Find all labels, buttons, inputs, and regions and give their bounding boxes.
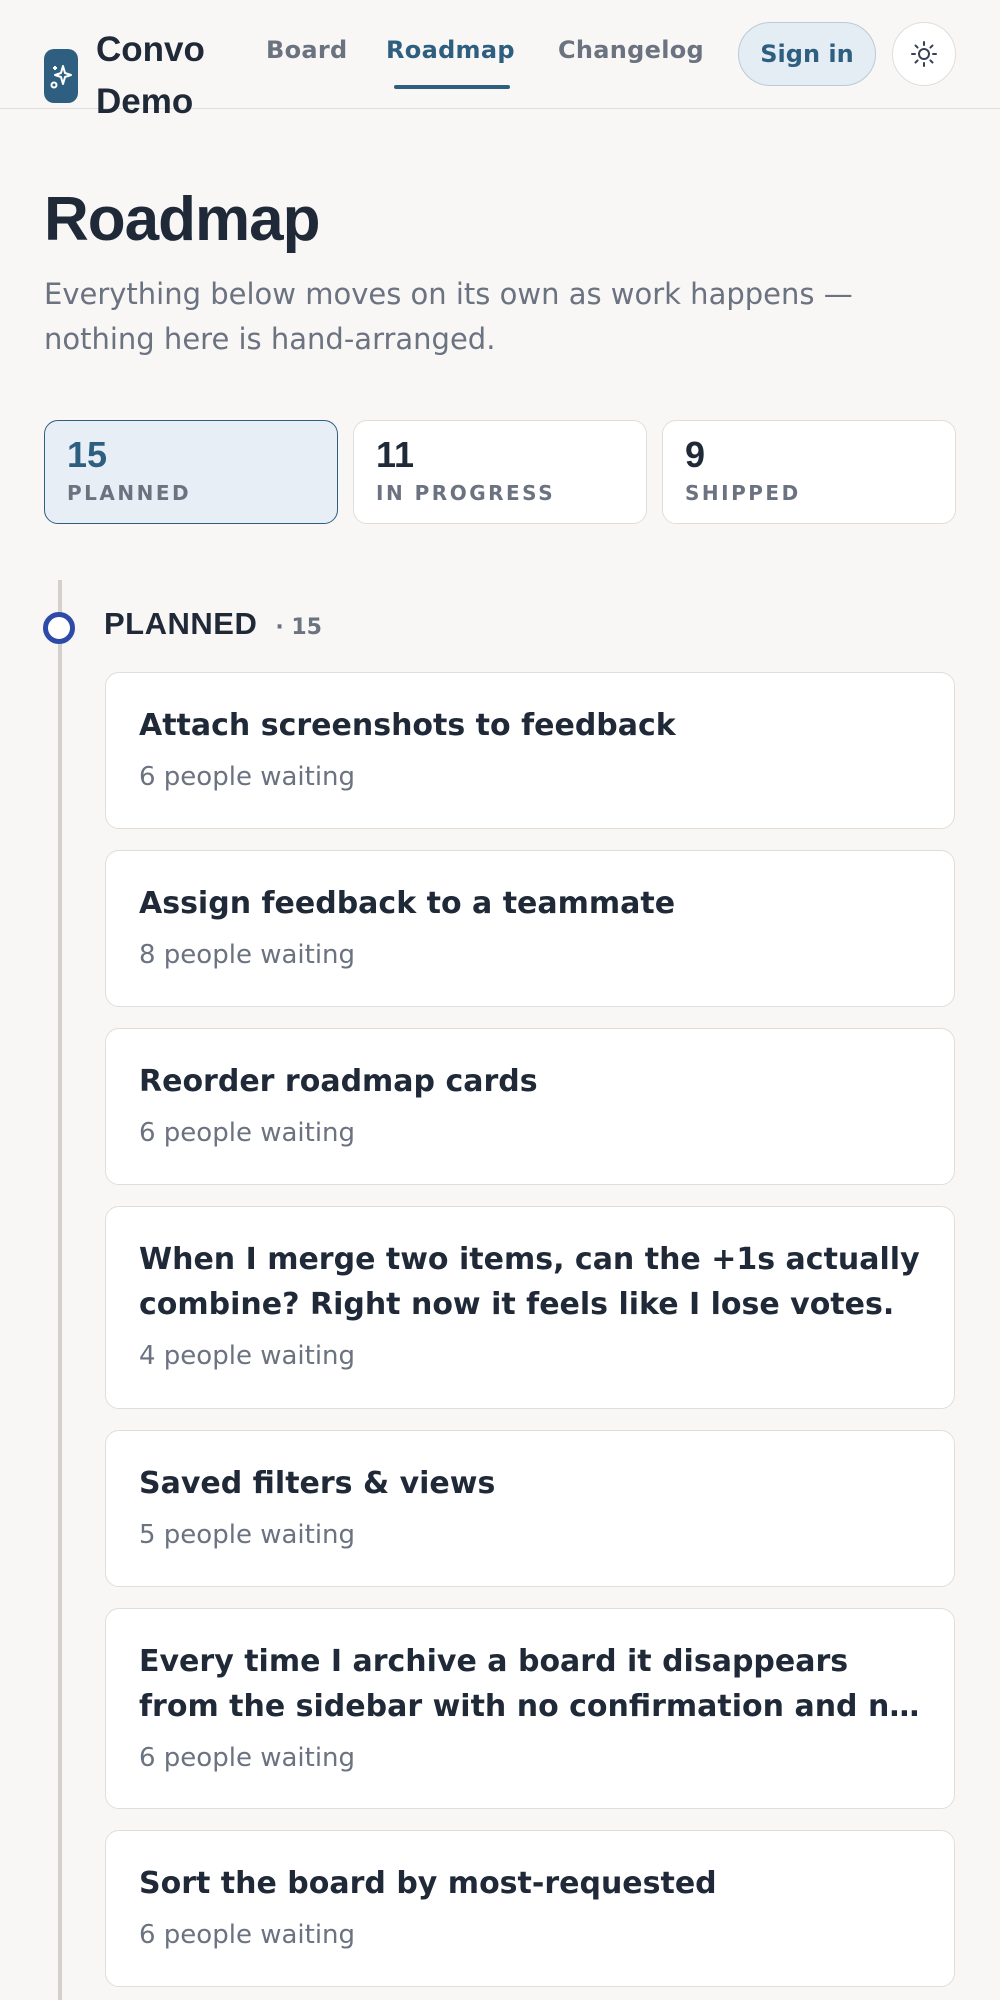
card-waiting-count: 6 people waiting — [139, 1920, 356, 1950]
card-title: Assign feedback to a teammate — [139, 886, 676, 921]
section-heading-planned: PLANNED · 15 — [104, 606, 322, 642]
card-title: Sort the board by most-requested — [139, 1866, 717, 1901]
card-title: Every time I archive a board it disappea… — [139, 1644, 910, 1724]
nav-changelog[interactable]: Changelog — [558, 36, 704, 64]
roadmap-card[interactable]: Sort the board by most-requested 6 peopl… — [105, 1830, 955, 1987]
card-waiting-count: 6 people waiting — [139, 1118, 356, 1148]
nav-board[interactable]: Board — [266, 36, 348, 64]
section-title: PLANNED — [104, 606, 258, 641]
card-waiting-count: 8 people waiting — [139, 940, 356, 970]
tab-in-progress[interactable]: 11 IN PROGRESS — [353, 420, 647, 524]
top-header: Convo Demo Board Roadmap Changelog Sign … — [0, 0, 1000, 121]
stat-count: 11 — [376, 434, 415, 475]
sparkles-icon — [44, 49, 78, 103]
card-waiting-count: 5 people waiting — [139, 1520, 356, 1550]
card-title: Reorder roadmap cards — [139, 1064, 538, 1099]
card-waiting-count: 6 people waiting — [139, 1743, 356, 1773]
tab-planned[interactable]: 15 PLANNED — [44, 420, 338, 524]
card-waiting-count: 6 people waiting — [139, 762, 356, 792]
roadmap-card[interactable]: Saved filters & views 5 people waiting — [105, 1430, 955, 1587]
sun-icon — [911, 41, 937, 67]
roadmap-card[interactable]: Reorder roadmap cards 6 people waiting — [105, 1028, 955, 1185]
stat-label: IN PROGRESS — [376, 481, 556, 505]
nav-roadmap[interactable]: Roadmap — [386, 36, 515, 64]
timeline-status-dot — [43, 612, 75, 644]
stat-count: 9 — [685, 434, 706, 475]
card-waiting-count: 4 people waiting — [139, 1341, 356, 1371]
sign-in-button[interactable]: Sign in — [738, 22, 876, 86]
roadmap-card[interactable]: Assign feedback to a teammate 8 people w… — [105, 850, 955, 1007]
roadmap-card[interactable]: Every time I archive a board it disappea… — [105, 1608, 955, 1809]
card-title: Saved filters & views — [139, 1466, 496, 1501]
roadmap-card[interactable]: Attach screenshots to feedback 6 people … — [105, 672, 955, 829]
timeline-line — [58, 580, 62, 2000]
card-title: Attach screenshots to feedback — [139, 708, 676, 743]
section-count: · 15 — [275, 615, 322, 640]
card-title: When I merge two items, can the +1s actu… — [139, 1242, 920, 1322]
roadmap-card[interactable]: When I merge two items, can the +1s actu… — [105, 1206, 955, 1409]
brand-logo[interactable]: Convo Demo — [44, 24, 206, 128]
stat-label: PLANNED — [67, 481, 192, 505]
stat-label: SHIPPED — [685, 481, 801, 505]
stat-count: 15 — [67, 434, 108, 475]
tab-shipped[interactable]: 9 SHIPPED — [662, 420, 956, 524]
page-title: Roadmap — [44, 185, 320, 254]
nav-active-indicator — [394, 85, 510, 89]
brand-name: Convo Demo — [96, 30, 205, 121]
page-subtitle: Everything below moves on its own as wor… — [44, 277, 853, 356]
theme-toggle-button[interactable] — [892, 22, 956, 86]
